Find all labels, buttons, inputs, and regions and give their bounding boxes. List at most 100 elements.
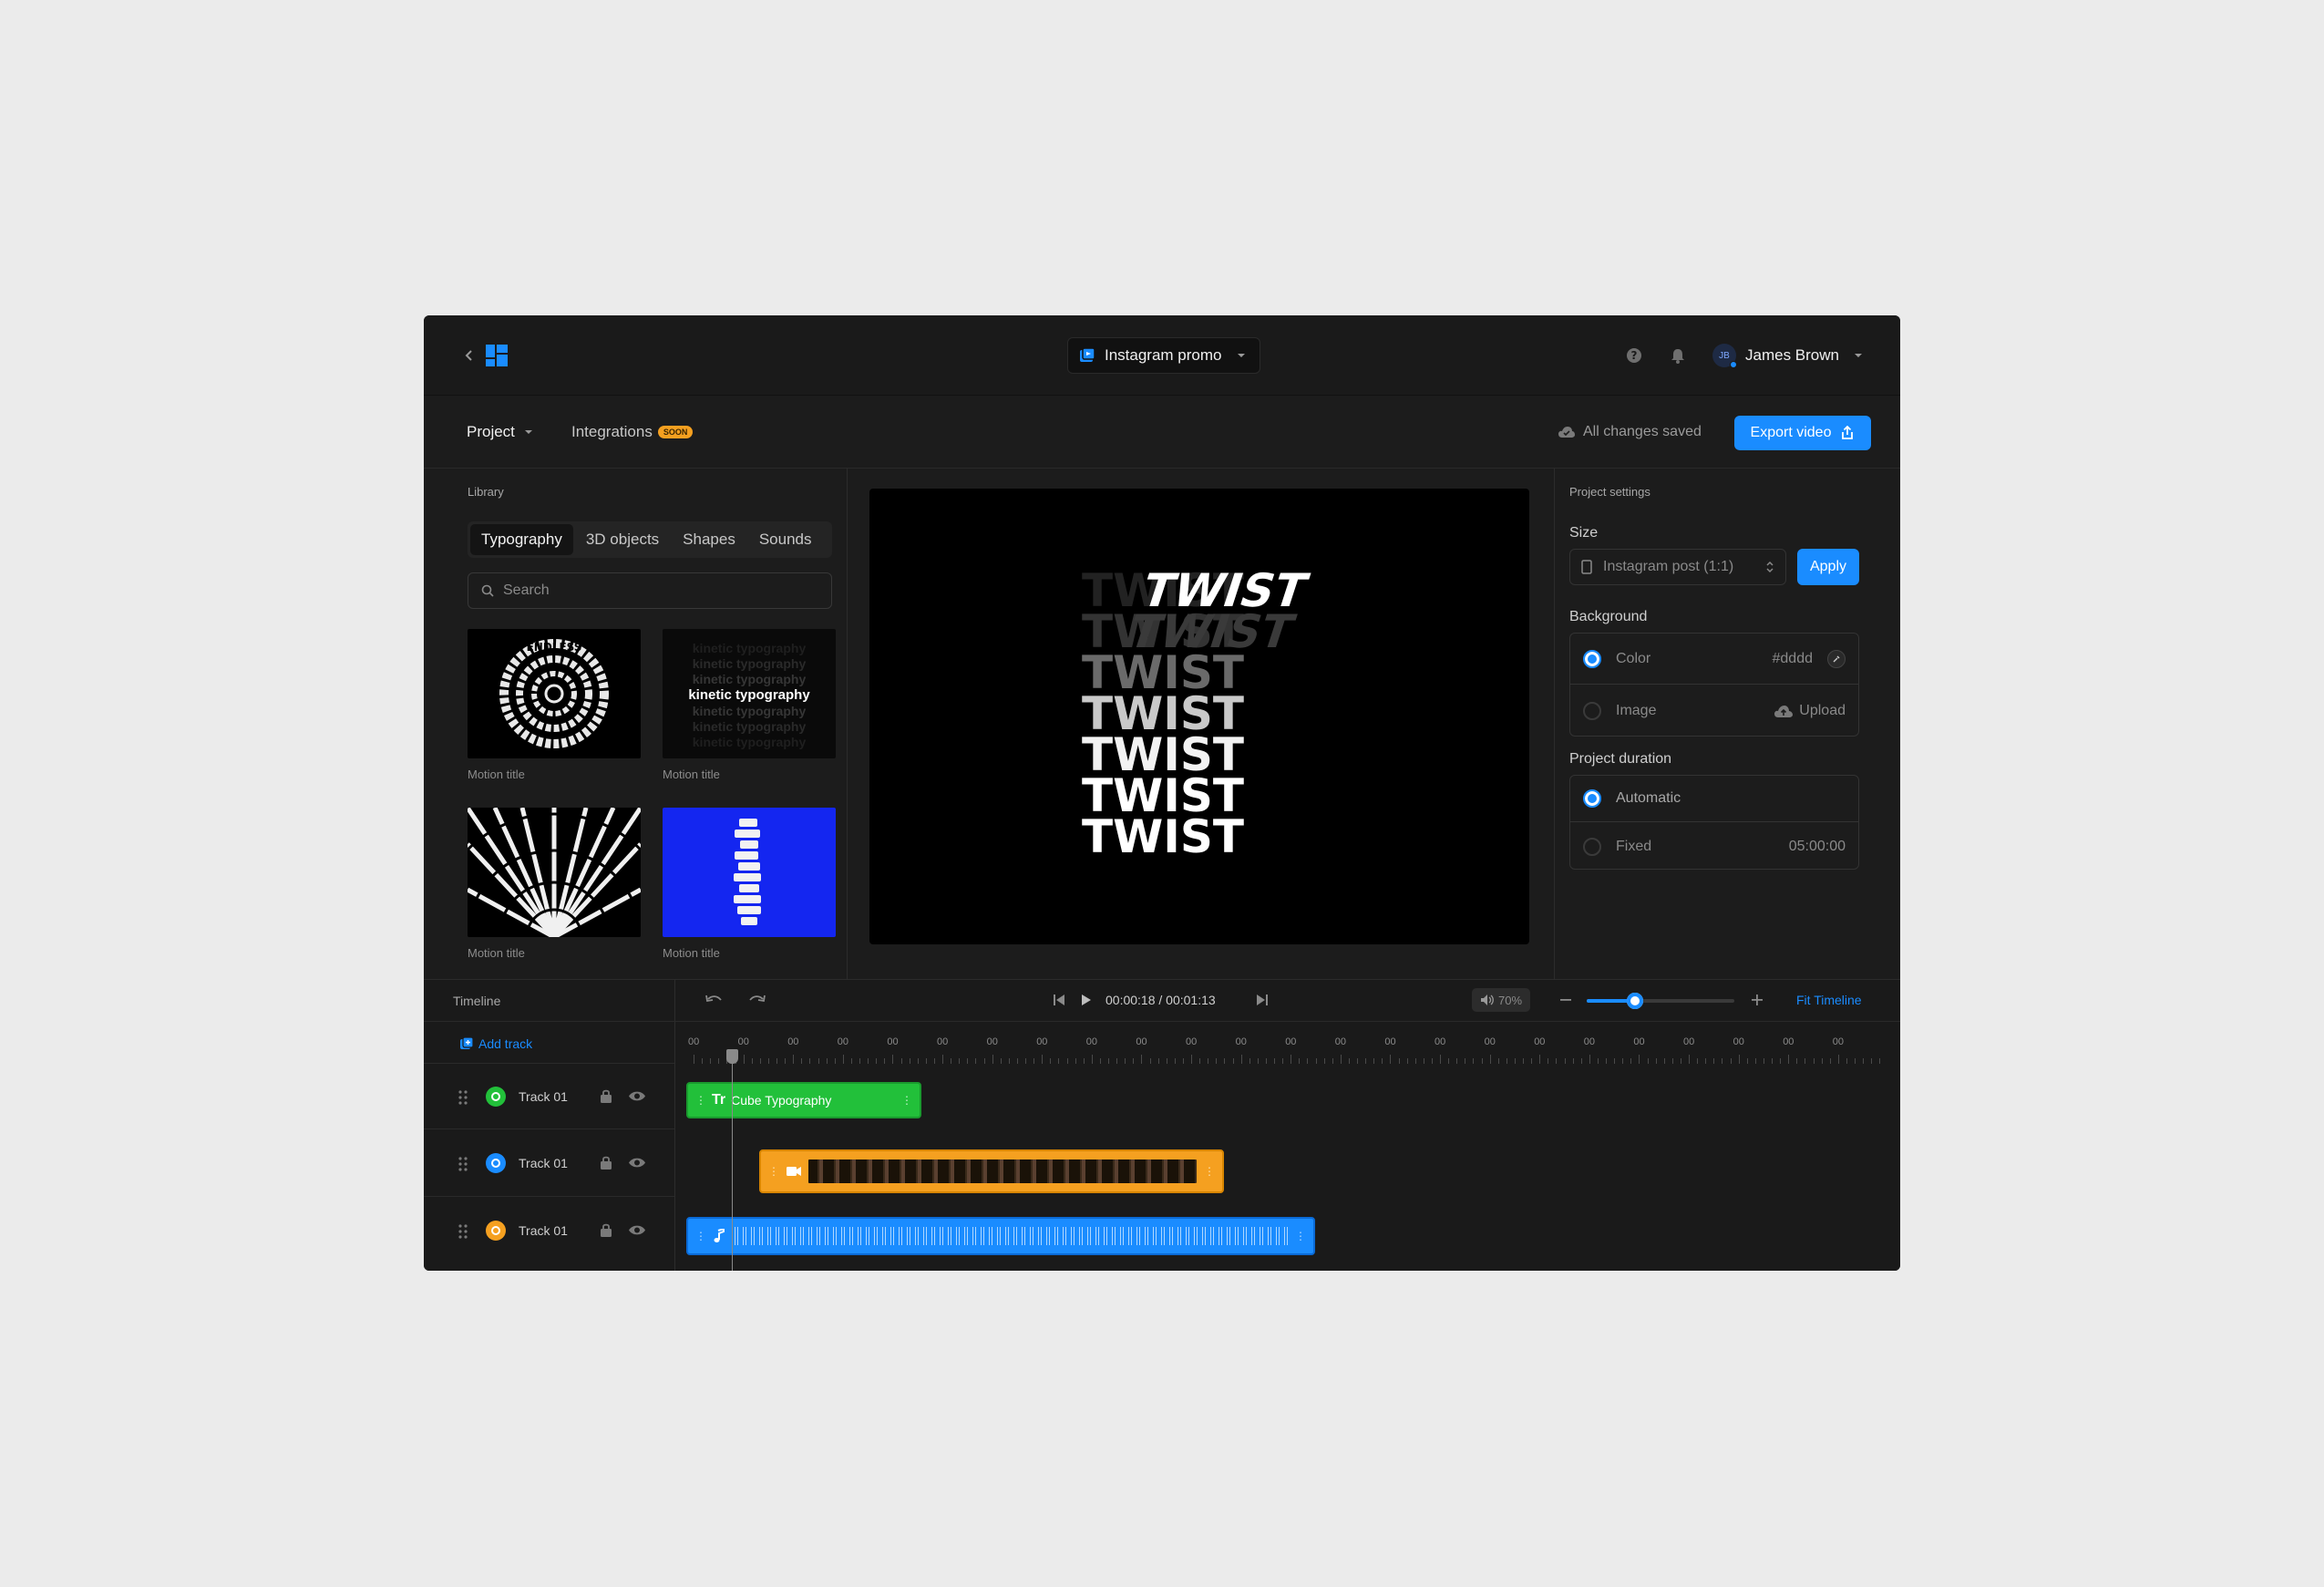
duration-fixed-option[interactable]: Fixed 05:00:00 — [1570, 823, 1858, 870]
duration-options: Automatic Fixed 05:00:00 — [1569, 775, 1859, 870]
ruler-tick — [1274, 1058, 1275, 1064]
clip-grip-left[interactable]: ⋮ — [695, 1094, 706, 1107]
clip-grip-right[interactable]: ⋮ — [1295, 1230, 1306, 1242]
ruler-tick — [1738, 1055, 1740, 1064]
drag-handle-icon[interactable] — [458, 1090, 468, 1105]
project-menu[interactable]: Project — [467, 421, 533, 443]
library-item-caption: Motion title — [663, 768, 720, 781]
drag-handle-icon[interactable] — [458, 1157, 468, 1171]
tab-shapes[interactable]: Shapes — [672, 524, 746, 555]
eye-icon[interactable] — [628, 1090, 646, 1102]
drag-handle-icon[interactable] — [458, 1224, 468, 1239]
updown-icon — [1766, 561, 1774, 573]
ruler-label: 00 — [1036, 1036, 1048, 1047]
video-canvas[interactable]: TWIST TWIST TWIST TWIST TWIST TWIST TWIS… — [869, 489, 1529, 944]
library-item-kinetic[interactable]: kinetic typography kinetic typography ki… — [663, 629, 836, 758]
library-item-typo-spiral[interactable] — [663, 808, 836, 937]
ruler-tick — [1382, 1058, 1383, 1064]
ruler-tick — [850, 1058, 852, 1064]
clip-grip-right[interactable]: ⋮ — [1204, 1165, 1215, 1178]
lock-icon[interactable] — [600, 1222, 612, 1238]
ruler-tick — [743, 1055, 745, 1064]
tab-3d-objects[interactable]: 3D objects — [575, 524, 670, 555]
zoom-slider-handle[interactable] — [1627, 993, 1644, 1009]
app-logo-icon[interactable] — [486, 345, 508, 366]
ruler-tick — [967, 1058, 969, 1064]
notifications-button[interactable] — [1667, 345, 1689, 366]
ruler-label: 00 — [1235, 1036, 1247, 1047]
apply-button[interactable]: Apply — [1797, 549, 1859, 585]
redo-button[interactable] — [746, 989, 768, 1011]
ruler-tick — [767, 1058, 769, 1064]
search-input[interactable] — [503, 582, 813, 599]
background-color-option[interactable]: Color #dddd — [1570, 634, 1858, 685]
fixed-radio[interactable] — [1583, 837, 1601, 856]
ruler-tick — [1556, 1058, 1558, 1064]
clip-grip-left[interactable]: ⋮ — [695, 1230, 706, 1242]
ruler-tick — [1099, 1058, 1101, 1064]
lock-icon[interactable] — [600, 1155, 612, 1170]
integrations-link[interactable]: Integrations SOON — [571, 421, 694, 443]
endless-art-label: ENDLESS — [527, 641, 582, 654]
tab-typography[interactable]: Typography — [470, 524, 573, 555]
ruler-tick — [809, 1058, 811, 1064]
play-button[interactable] — [1076, 990, 1096, 1010]
ruler-tick — [1855, 1058, 1856, 1064]
playhead[interactable] — [732, 1051, 733, 1271]
skip-back-button[interactable] — [1049, 990, 1069, 1010]
clip-video[interactable]: ⋮ ⋮ — [759, 1149, 1224, 1193]
library-item-endless[interactable]: ENDLESS — [468, 629, 641, 758]
ruler-tick — [1647, 1058, 1649, 1064]
ruler-tick — [1182, 1058, 1184, 1064]
export-video-button[interactable]: Export video — [1734, 416, 1871, 450]
skip-forward-icon — [1257, 994, 1268, 1005]
eye-icon[interactable] — [628, 1224, 646, 1236]
size-select[interactable]: Instagram post (1:1) — [1569, 549, 1786, 585]
automatic-radio[interactable] — [1583, 789, 1601, 808]
ruler-tick — [1622, 1058, 1624, 1064]
ruler-tick — [1058, 1058, 1060, 1064]
library-tabs: Typography 3D objects Shapes Sounds — [468, 521, 832, 558]
clip-grip-left[interactable]: ⋮ — [768, 1165, 779, 1178]
ruler-tick — [1282, 1058, 1284, 1064]
music-note-icon — [714, 1229, 725, 1242]
help-button[interactable]: ? — [1623, 345, 1645, 366]
back-button[interactable] — [457, 343, 482, 368]
lock-icon[interactable] — [600, 1088, 612, 1104]
upload-button[interactable]: Upload — [1774, 703, 1846, 719]
user-menu[interactable]: JB James Brown — [1712, 341, 1873, 370]
zoom-in-button[interactable] — [1747, 990, 1767, 1010]
background-label: Background — [1569, 609, 1648, 624]
ruler-tick — [1125, 1058, 1126, 1064]
ruler-tick — [1630, 1058, 1632, 1064]
image-radio[interactable] — [1583, 702, 1601, 720]
skip-forward-button[interactable] — [1252, 990, 1272, 1010]
clip-grip-right[interactable]: ⋮ — [901, 1094, 912, 1107]
ruler-tick — [1224, 1058, 1226, 1064]
tab-sounds[interactable]: Sounds — [748, 524, 823, 555]
zoom-out-button[interactable] — [1556, 990, 1576, 1010]
fit-timeline-button[interactable]: Fit Timeline — [1796, 993, 1862, 1007]
eye-icon[interactable] — [628, 1157, 646, 1169]
zoom-slider[interactable] — [1587, 993, 1734, 1009]
playhead-handle[interactable] — [726, 1049, 738, 1064]
cloud-upload-icon — [1774, 705, 1794, 717]
project-switcher[interactable]: Instagram promo — [1067, 337, 1260, 374]
ruler-tick — [1639, 1055, 1640, 1064]
background-image-option[interactable]: Image Upload — [1570, 685, 1858, 737]
clip-audio[interactable]: ⋮ ⋮ — [686, 1217, 1315, 1255]
library-item-rainbows[interactable] — [468, 808, 641, 937]
clip-typography[interactable]: ⋮ Tr Cube Typography ⋮ — [686, 1082, 921, 1118]
color-radio[interactable] — [1583, 649, 1601, 668]
undo-button[interactable] — [703, 989, 725, 1011]
caret-down-icon — [1237, 354, 1245, 357]
duration-automatic-option[interactable]: Automatic — [1570, 776, 1858, 822]
size-select-value: Instagram post (1:1) — [1603, 559, 1734, 574]
ruler-label: 00 — [1435, 1036, 1446, 1047]
ruler-tick — [1307, 1058, 1309, 1064]
library-panel: Library Typography 3D objects Shapes Sou… — [424, 469, 848, 979]
ruler-tick — [1365, 1058, 1367, 1064]
volume-control[interactable]: 70% — [1472, 988, 1530, 1012]
add-track-button[interactable]: Add track — [460, 1036, 532, 1051]
color-picker-icon[interactable] — [1827, 649, 1846, 668]
